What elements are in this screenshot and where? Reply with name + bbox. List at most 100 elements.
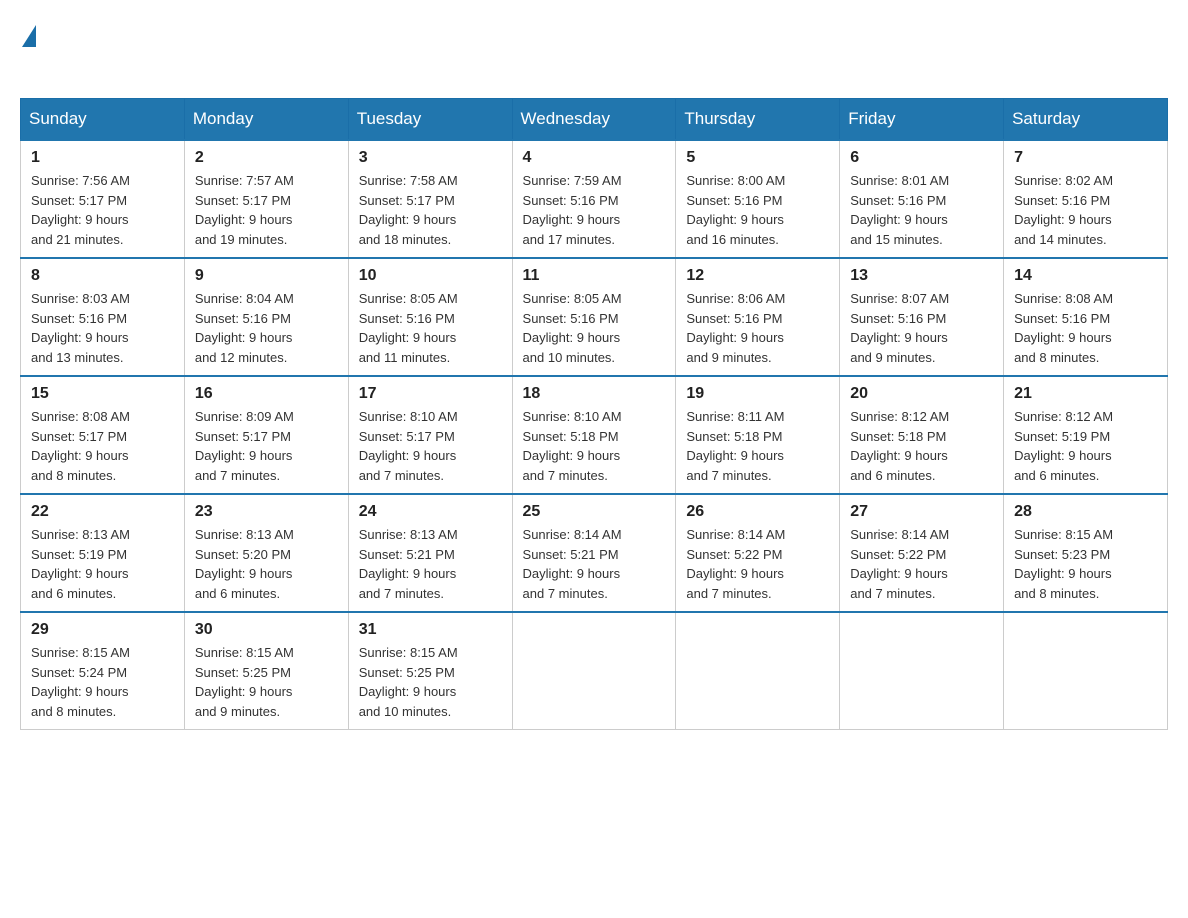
- day-number: 12: [686, 267, 829, 285]
- day-cell: 17 Sunrise: 8:10 AM Sunset: 5:17 PM Dayl…: [348, 376, 512, 494]
- day-info: Sunrise: 8:11 AM Sunset: 5:18 PM Dayligh…: [686, 407, 829, 485]
- day-number: 27: [850, 503, 993, 521]
- day-cell: 24 Sunrise: 8:13 AM Sunset: 5:21 PM Dayl…: [348, 494, 512, 612]
- page-header: General: [20, 20, 1168, 78]
- day-info: Sunrise: 7:57 AM Sunset: 5:17 PM Dayligh…: [195, 171, 338, 249]
- day-number: 14: [1014, 267, 1157, 285]
- day-info: Sunrise: 8:14 AM Sunset: 5:22 PM Dayligh…: [686, 525, 829, 603]
- day-number: 4: [523, 149, 666, 167]
- calendar-body: 1 Sunrise: 7:56 AM Sunset: 5:17 PM Dayli…: [21, 140, 1168, 730]
- day-info: Sunrise: 8:00 AM Sunset: 5:16 PM Dayligh…: [686, 171, 829, 249]
- day-cell: 4 Sunrise: 7:59 AM Sunset: 5:16 PM Dayli…: [512, 140, 676, 258]
- day-number: 3: [359, 149, 502, 167]
- header-cell-friday: Friday: [840, 99, 1004, 141]
- day-number: 15: [31, 385, 174, 403]
- day-info: Sunrise: 7:56 AM Sunset: 5:17 PM Dayligh…: [31, 171, 174, 249]
- week-row-2: 8 Sunrise: 8:03 AM Sunset: 5:16 PM Dayli…: [21, 258, 1168, 376]
- logo: General: [20, 20, 124, 78]
- day-info: Sunrise: 8:14 AM Sunset: 5:22 PM Dayligh…: [850, 525, 993, 603]
- day-number: 6: [850, 149, 993, 167]
- day-number: 9: [195, 267, 338, 285]
- day-info: Sunrise: 8:12 AM Sunset: 5:19 PM Dayligh…: [1014, 407, 1157, 485]
- day-number: 11: [523, 267, 666, 285]
- day-info: Sunrise: 8:13 AM Sunset: 5:20 PM Dayligh…: [195, 525, 338, 603]
- day-info: Sunrise: 8:05 AM Sunset: 5:16 PM Dayligh…: [359, 289, 502, 367]
- day-number: 19: [686, 385, 829, 403]
- day-cell: 8 Sunrise: 8:03 AM Sunset: 5:16 PM Dayli…: [21, 258, 185, 376]
- header-cell-saturday: Saturday: [1004, 99, 1168, 141]
- day-cell: 28 Sunrise: 8:15 AM Sunset: 5:23 PM Dayl…: [1004, 494, 1168, 612]
- header-cell-monday: Monday: [184, 99, 348, 141]
- day-number: 23: [195, 503, 338, 521]
- day-info: Sunrise: 8:03 AM Sunset: 5:16 PM Dayligh…: [31, 289, 174, 367]
- day-number: 25: [523, 503, 666, 521]
- day-cell: 1 Sunrise: 7:56 AM Sunset: 5:17 PM Dayli…: [21, 140, 185, 258]
- day-cell: 30 Sunrise: 8:15 AM Sunset: 5:25 PM Dayl…: [184, 612, 348, 730]
- day-info: Sunrise: 8:13 AM Sunset: 5:21 PM Dayligh…: [359, 525, 502, 603]
- day-cell: 2 Sunrise: 7:57 AM Sunset: 5:17 PM Dayli…: [184, 140, 348, 258]
- day-number: 31: [359, 621, 502, 639]
- day-number: 16: [195, 385, 338, 403]
- day-cell: 10 Sunrise: 8:05 AM Sunset: 5:16 PM Dayl…: [348, 258, 512, 376]
- header-row: SundayMondayTuesdayWednesdayThursdayFrid…: [21, 99, 1168, 141]
- day-cell: 20 Sunrise: 8:12 AM Sunset: 5:18 PM Dayl…: [840, 376, 1004, 494]
- day-cell: 14 Sunrise: 8:08 AM Sunset: 5:16 PM Dayl…: [1004, 258, 1168, 376]
- header-cell-tuesday: Tuesday: [348, 99, 512, 141]
- day-number: 20: [850, 385, 993, 403]
- day-info: Sunrise: 8:09 AM Sunset: 5:17 PM Dayligh…: [195, 407, 338, 485]
- day-cell: 21 Sunrise: 8:12 AM Sunset: 5:19 PM Dayl…: [1004, 376, 1168, 494]
- day-cell: 12 Sunrise: 8:06 AM Sunset: 5:16 PM Dayl…: [676, 258, 840, 376]
- week-row-3: 15 Sunrise: 8:08 AM Sunset: 5:17 PM Dayl…: [21, 376, 1168, 494]
- week-row-4: 22 Sunrise: 8:13 AM Sunset: 5:19 PM Dayl…: [21, 494, 1168, 612]
- day-info: Sunrise: 8:15 AM Sunset: 5:24 PM Dayligh…: [31, 643, 174, 721]
- day-cell: [840, 612, 1004, 730]
- day-number: 17: [359, 385, 502, 403]
- day-cell: 29 Sunrise: 8:15 AM Sunset: 5:24 PM Dayl…: [21, 612, 185, 730]
- header-cell-thursday: Thursday: [676, 99, 840, 141]
- day-number: 29: [31, 621, 174, 639]
- day-cell: 13 Sunrise: 8:07 AM Sunset: 5:16 PM Dayl…: [840, 258, 1004, 376]
- day-number: 30: [195, 621, 338, 639]
- day-cell: 15 Sunrise: 8:08 AM Sunset: 5:17 PM Dayl…: [21, 376, 185, 494]
- day-cell: 16 Sunrise: 8:09 AM Sunset: 5:17 PM Dayl…: [184, 376, 348, 494]
- day-cell: 11 Sunrise: 8:05 AM Sunset: 5:16 PM Dayl…: [512, 258, 676, 376]
- day-info: Sunrise: 8:10 AM Sunset: 5:17 PM Dayligh…: [359, 407, 502, 485]
- day-info: Sunrise: 8:08 AM Sunset: 5:16 PM Dayligh…: [1014, 289, 1157, 367]
- day-info: Sunrise: 8:12 AM Sunset: 5:18 PM Dayligh…: [850, 407, 993, 485]
- logo-triangle-icon: [22, 25, 36, 47]
- day-cell: 25 Sunrise: 8:14 AM Sunset: 5:21 PM Dayl…: [512, 494, 676, 612]
- day-cell: 6 Sunrise: 8:01 AM Sunset: 5:16 PM Dayli…: [840, 140, 1004, 258]
- day-number: 10: [359, 267, 502, 285]
- day-info: Sunrise: 8:08 AM Sunset: 5:17 PM Dayligh…: [31, 407, 174, 485]
- header-cell-sunday: Sunday: [21, 99, 185, 141]
- day-info: Sunrise: 8:15 AM Sunset: 5:25 PM Dayligh…: [359, 643, 502, 721]
- day-cell: 22 Sunrise: 8:13 AM Sunset: 5:19 PM Dayl…: [21, 494, 185, 612]
- day-number: 2: [195, 149, 338, 167]
- day-cell: 23 Sunrise: 8:13 AM Sunset: 5:20 PM Dayl…: [184, 494, 348, 612]
- day-info: Sunrise: 8:15 AM Sunset: 5:25 PM Dayligh…: [195, 643, 338, 721]
- day-info: Sunrise: 8:10 AM Sunset: 5:18 PM Dayligh…: [523, 407, 666, 485]
- day-number: 26: [686, 503, 829, 521]
- day-cell: 5 Sunrise: 8:00 AM Sunset: 5:16 PM Dayli…: [676, 140, 840, 258]
- day-number: 24: [359, 503, 502, 521]
- day-number: 18: [523, 385, 666, 403]
- day-info: Sunrise: 8:07 AM Sunset: 5:16 PM Dayligh…: [850, 289, 993, 367]
- day-cell: 27 Sunrise: 8:14 AM Sunset: 5:22 PM Dayl…: [840, 494, 1004, 612]
- day-info: Sunrise: 8:04 AM Sunset: 5:16 PM Dayligh…: [195, 289, 338, 367]
- day-cell: 26 Sunrise: 8:14 AM Sunset: 5:22 PM Dayl…: [676, 494, 840, 612]
- week-row-5: 29 Sunrise: 8:15 AM Sunset: 5:24 PM Dayl…: [21, 612, 1168, 730]
- day-number: 21: [1014, 385, 1157, 403]
- day-number: 8: [31, 267, 174, 285]
- header-cell-wednesday: Wednesday: [512, 99, 676, 141]
- day-cell: 9 Sunrise: 8:04 AM Sunset: 5:16 PM Dayli…: [184, 258, 348, 376]
- day-info: Sunrise: 8:01 AM Sunset: 5:16 PM Dayligh…: [850, 171, 993, 249]
- day-info: Sunrise: 8:14 AM Sunset: 5:21 PM Dayligh…: [523, 525, 666, 603]
- day-info: Sunrise: 8:15 AM Sunset: 5:23 PM Dayligh…: [1014, 525, 1157, 603]
- day-info: Sunrise: 7:59 AM Sunset: 5:16 PM Dayligh…: [523, 171, 666, 249]
- day-cell: 7 Sunrise: 8:02 AM Sunset: 5:16 PM Dayli…: [1004, 140, 1168, 258]
- day-number: 13: [850, 267, 993, 285]
- day-number: 7: [1014, 149, 1157, 167]
- day-cell: 19 Sunrise: 8:11 AM Sunset: 5:18 PM Dayl…: [676, 376, 840, 494]
- day-info: Sunrise: 8:05 AM Sunset: 5:16 PM Dayligh…: [523, 289, 666, 367]
- day-info: Sunrise: 8:13 AM Sunset: 5:19 PM Dayligh…: [31, 525, 174, 603]
